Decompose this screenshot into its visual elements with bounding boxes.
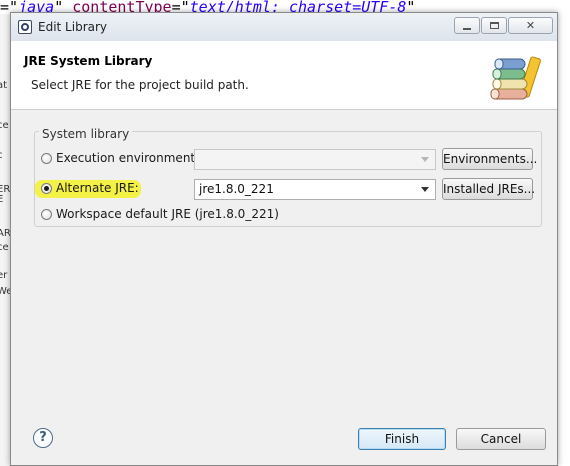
alternate-jre-radio[interactable]	[41, 183, 52, 194]
minimize-icon	[463, 27, 471, 30]
alternate-jre-combo[interactable]: jre1.8.0_221	[194, 179, 436, 200]
background-text-fragment: er	[0, 270, 8, 281]
close-icon: ✕	[525, 19, 536, 32]
finish-button[interactable]: Finish	[358, 428, 446, 450]
maximize-button[interactable]	[481, 17, 507, 34]
alternate-jre-label[interactable]: Alternate JRE:	[56, 181, 139, 195]
installed-jres-button[interactable]: Installed JREs...	[442, 178, 535, 200]
header-description: Select JRE for the project build path.	[31, 78, 249, 92]
maximize-icon	[489, 22, 499, 29]
title-bar[interactable]: Edit Library ✕	[11, 13, 557, 41]
window-title: Edit Library	[38, 20, 108, 34]
background-text-fragment: at	[0, 80, 8, 91]
minimize-button[interactable]	[454, 17, 480, 34]
system-library-label: System library	[39, 127, 133, 141]
background-text-fragment: AR	[0, 228, 10, 239]
header-title: JRE System Library	[24, 54, 153, 68]
background-text-fragment: c	[0, 150, 3, 161]
library-books-icon	[490, 56, 541, 100]
dialog-header: JRE System Library Select JRE for the pr…	[11, 41, 557, 110]
edit-library-dialog: Edit Library ✕ JRE System Library Select…	[10, 12, 558, 466]
close-button[interactable]: ✕	[508, 17, 553, 34]
background-text-fragment: ce	[0, 120, 9, 131]
chevron-down-icon	[421, 187, 429, 192]
environments-button[interactable]: Environments...	[442, 148, 537, 170]
execution-environment-radio[interactable]	[41, 153, 52, 164]
background-text-fragment: ce	[0, 242, 9, 253]
chevron-down-icon	[421, 157, 429, 162]
eclipse-app-icon	[18, 20, 32, 34]
workspace-default-radio[interactable]	[41, 209, 52, 220]
workspace-default-label[interactable]: Workspace default JRE (jre1.8.0_221)	[56, 207, 279, 221]
cancel-button[interactable]: Cancel	[456, 428, 546, 450]
background-side-panel: atcecEREARceerWe	[0, 14, 10, 466]
execution-environment-combo	[194, 149, 436, 170]
alternate-jre-value: jre1.8.0_221	[199, 182, 274, 196]
background-text-fragment: We	[0, 286, 10, 297]
execution-environment-label[interactable]: Execution environment:	[56, 151, 199, 165]
background-text-fragment: E	[0, 194, 4, 205]
help-icon[interactable]: ?	[33, 428, 53, 448]
